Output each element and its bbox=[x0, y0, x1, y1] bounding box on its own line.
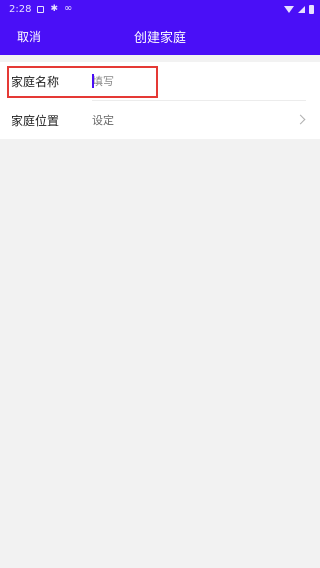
battery-icon bbox=[309, 4, 314, 14]
header: 2:28 ✱ ∞ 取消 创建家庭 bbox=[0, 0, 320, 55]
home-location-row[interactable]: 家庭位置 设定 bbox=[0, 101, 320, 139]
create-home-form: 家庭名称 家庭位置 设定 bbox=[0, 62, 320, 139]
home-location-label: 家庭位置 bbox=[11, 113, 60, 128]
home-name-row[interactable]: 家庭名称 bbox=[0, 62, 320, 101]
infinity-icon: ∞ bbox=[64, 3, 73, 14]
nav-bar: 取消 创建家庭 bbox=[0, 18, 320, 55]
wifi-icon bbox=[284, 5, 294, 13]
highlight-box bbox=[7, 66, 158, 98]
status-left: 2:28 ✱ ∞ bbox=[9, 4, 72, 15]
status-right bbox=[284, 4, 314, 14]
status-bar: 2:28 ✱ ∞ bbox=[0, 0, 320, 18]
chevron-right-icon bbox=[295, 114, 306, 125]
home-location-value: 设定 bbox=[92, 114, 114, 127]
page-title: 创建家庭 bbox=[133, 31, 186, 46]
sim-icon bbox=[37, 5, 45, 13]
gear-icon: ✱ bbox=[50, 3, 59, 14]
status-time: 2:28 bbox=[9, 3, 32, 15]
signal-icon bbox=[298, 5, 305, 13]
